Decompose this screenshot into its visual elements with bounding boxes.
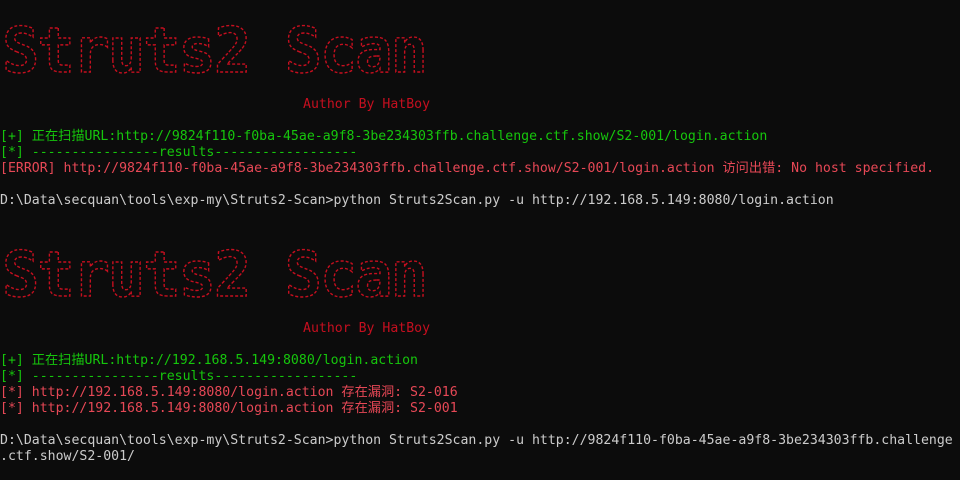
scan-line: [+] 正在扫描URL:http://9824f110-f0ba-45ae-a9… bbox=[0, 129, 768, 144]
ascii-banner: Struts2 Scan bbox=[2, 242, 482, 304]
vuln-line: [*] http://192.168.5.149:8080/login.acti… bbox=[0, 401, 458, 416]
error-line: [ERROR] http://9824f110-f0ba-45ae-a9f8-3… bbox=[0, 161, 935, 176]
vuln-line: [*] http://192.168.5.149:8080/login.acti… bbox=[0, 385, 458, 400]
command-prompt: D:\Data\secquan\tools\exp-my\Struts2-Sca… bbox=[0, 193, 834, 208]
command-prompt-continuation: .ctf.show/S2-001/ bbox=[0, 449, 135, 464]
results-divider: [*] ----------------results-------------… bbox=[0, 369, 358, 384]
ascii-banner: Struts2 Scan bbox=[2, 18, 482, 80]
results-divider: [*] ----------------results-------------… bbox=[0, 145, 358, 160]
author-line: Author By HatBoy bbox=[303, 97, 431, 112]
ascii-banner-text: Struts2 Scan bbox=[2, 242, 426, 304]
command-prompt: D:\Data\secquan\tools\exp-my\Struts2-Sca… bbox=[0, 433, 953, 448]
terminal-window[interactable]: Struts2 Scan Author By HatBoy [+] 正在扫描UR… bbox=[0, 0, 960, 480]
ascii-banner-text: Struts2 Scan bbox=[2, 18, 426, 80]
author-line: Author By HatBoy bbox=[303, 321, 431, 336]
scan-line: [+] 正在扫描URL:http://192.168.5.149:8080/lo… bbox=[0, 353, 418, 368]
